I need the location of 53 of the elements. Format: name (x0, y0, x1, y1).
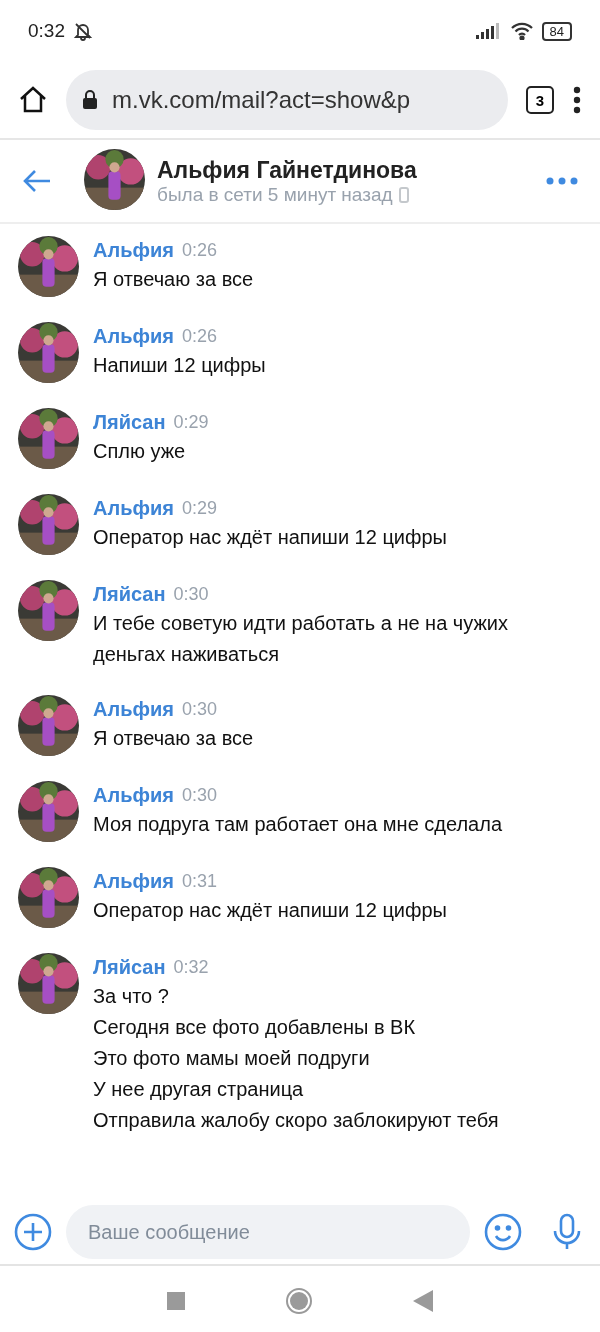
message-text: Оператор нас ждёт напиши 12 цифры (93, 525, 447, 550)
author-name[interactable]: Ляйсан (93, 955, 166, 979)
signal-icon (475, 23, 502, 39)
author-name[interactable]: Альфия (93, 697, 174, 721)
home-icon[interactable] (18, 85, 48, 115)
message-time: 0:30 (181, 784, 217, 806)
message-time: 0:29 (173, 411, 209, 433)
add-icon[interactable] (14, 1213, 52, 1251)
menu-icon[interactable] (572, 86, 582, 114)
message-text: За что ? (93, 984, 170, 1009)
message-input[interactable]: Ваше сообщение (66, 1205, 470, 1259)
message-time: 0:29 (181, 497, 217, 519)
author-name[interactable]: Альфия (93, 869, 174, 893)
author-name[interactable]: Альфия (93, 783, 174, 807)
message-text: Это фото мамы моей подруги (93, 1046, 371, 1071)
message-time: 0:30 (181, 698, 217, 720)
message-time: 0:31 (181, 870, 217, 892)
phone-icon (398, 186, 409, 203)
wifi-icon (509, 22, 534, 40)
message-time: 0:32 (173, 956, 209, 978)
emoji-icon[interactable] (484, 1213, 522, 1251)
tab-count[interactable]: 3 (526, 86, 554, 114)
message-text: Сегодня все фото добавлены в ВК (93, 1015, 417, 1040)
author-name[interactable]: Альфия (93, 496, 174, 520)
url-text: m.vk.com/mail?act=show&p (112, 86, 411, 114)
back-nav-icon[interactable] (413, 1290, 433, 1312)
message-text: Я отвечаю за все (93, 726, 254, 751)
online-status: была в сети 5 минут назад (157, 183, 393, 206)
back-icon[interactable] (22, 169, 52, 193)
microphone-icon[interactable] (552, 1213, 582, 1251)
message-text: Моя подруга там работает она мне сделала (93, 812, 503, 837)
home-button-icon[interactable] (285, 1287, 313, 1315)
message-time: 0:30 (173, 583, 209, 605)
author-name[interactable]: Ляйсан (93, 582, 166, 606)
message-text: Отправила жалобу скоро заблокируют тебя (93, 1108, 499, 1133)
bell-off-icon (73, 21, 93, 41)
contact-name: Альфия Гайнетдинова (157, 156, 418, 184)
message-time: 0:26 (181, 239, 217, 261)
url-field[interactable]: m.vk.com/mail?act=show&p (66, 70, 508, 130)
author-name[interactable]: Альфия (93, 324, 174, 348)
message-text: Напиши 12 цифры (93, 353, 266, 378)
message-text: Оператор нас ждёт напиши 12 цифры (93, 898, 447, 923)
message-time: 0:26 (181, 325, 217, 347)
lock-icon (82, 90, 98, 110)
message-text: Сплю уже (93, 439, 187, 464)
message-text: И тебе советую идти работать а не на чужих деньгах наживаться (93, 611, 510, 667)
battery-icon: 84 (541, 21, 572, 41)
author-name[interactable]: Альфия (93, 238, 174, 262)
author-name[interactable]: Ляйсан (93, 410, 166, 434)
status-time: 0:32 (28, 20, 65, 42)
more-icon[interactable] (546, 177, 578, 185)
message-text: У нее другая страница (93, 1077, 305, 1102)
message-text: Я отвечаю за все (93, 267, 254, 292)
